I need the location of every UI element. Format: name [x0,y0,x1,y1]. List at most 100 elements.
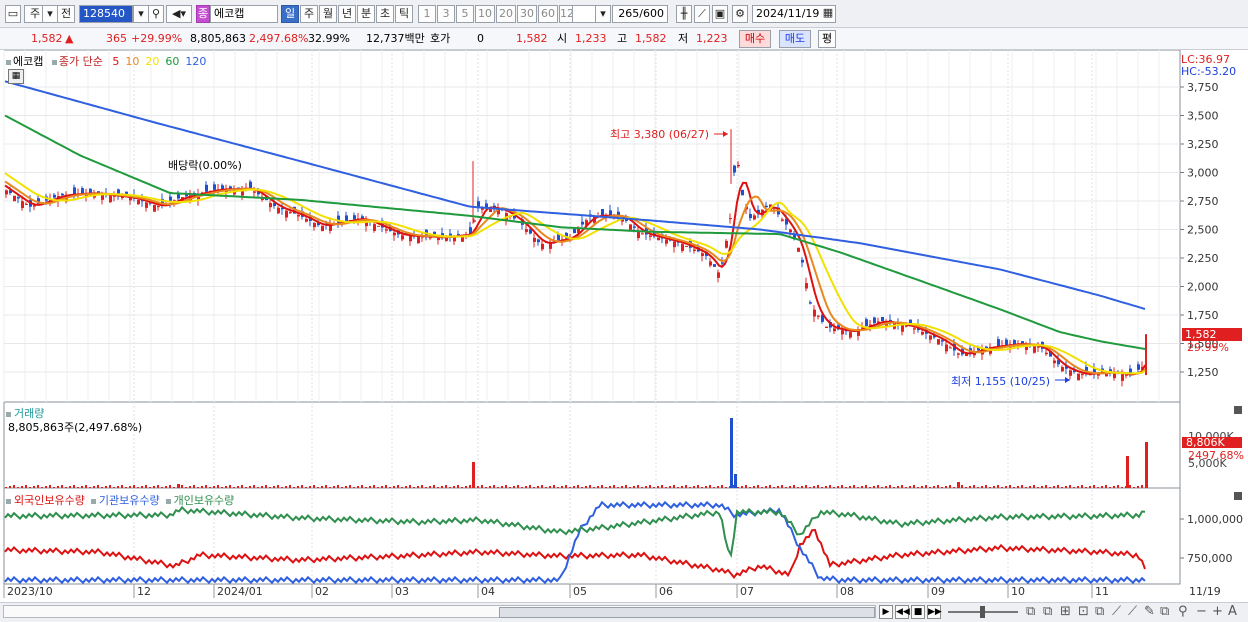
volume-bar [713,487,715,488]
volume-bar [457,485,459,488]
layout4-icon[interactable]: ⊡ [1078,605,1089,619]
volume-bar [189,486,191,488]
volume-bar [205,485,207,488]
trend2-icon[interactable]: ⟋ [1128,605,1137,619]
interval-tab-10[interactable]: 10 [475,5,495,23]
zoom-slider-handle[interactable] [980,606,985,618]
volume-bar [105,486,107,488]
layout3-icon[interactable]: ⊞ [1060,605,1071,619]
volume-bar [861,486,863,488]
zoom-icon[interactable]: ⚲ [1178,605,1188,619]
candle-body [581,221,584,225]
period-tab-0[interactable]: 일 [281,5,299,23]
volume-bar [1041,486,1043,488]
volume-bar [61,485,63,488]
period-tab-1[interactable]: 주 [300,5,318,23]
forward-icon[interactable]: ▶▶ [927,605,942,619]
layout5-icon[interactable]: ⧉ [1095,605,1104,619]
volume-spike [730,418,733,488]
volume-bar [997,485,999,488]
volume-bar [885,486,887,488]
volume-bar [245,487,247,488]
eval-button[interactable]: 평 [818,30,836,48]
stop-icon[interactable]: ■ [911,605,925,619]
count-value: 265 [618,7,640,20]
copy-icon[interactable]: ⧉ [1160,605,1169,619]
candle-icon[interactable]: ╫ [676,5,692,23]
save-icon[interactable]: ▣ [712,5,728,23]
period-tab-3[interactable]: 년 [338,5,356,23]
legend-square-icon [90,498,96,504]
buy-button[interactable]: 매수 [739,30,771,48]
volume-bar [993,486,995,488]
gear-icon[interactable]: ⚙ [732,5,748,23]
prev-label: 전 [60,7,72,20]
holding-legend: 외국인보유수량 기관보유수량 개인보유수량 [6,492,234,508]
brush-icon[interactable]: ✎ [1144,605,1155,619]
count-field[interactable]: 265/600 [612,5,668,23]
volume-value: 8,805,863 [190,32,246,45]
extra-dropdown-icon[interactable]: ▾ [595,5,611,23]
interval-tab-60[interactable]: 60 [538,5,558,23]
minus-icon[interactable]: − [1196,605,1207,619]
period-tab-2[interactable]: 월 [319,5,337,23]
volume-bar [1037,487,1039,488]
volume-bar [941,487,943,488]
open-value: 1,233 [575,32,607,45]
interval-tab-3[interactable]: 3 [437,5,455,23]
period-tab-4[interactable]: 분 [357,5,375,23]
volume-bar [1137,486,1139,488]
search-icon[interactable]: ⚲ [148,5,164,23]
candle-body [721,262,724,264]
volume-bar [201,486,203,488]
scroll-track[interactable] [3,605,876,618]
volume-bar [297,486,299,488]
sell-button[interactable]: 매도 [779,30,811,48]
volume-bar [961,485,963,488]
volume-bar [133,485,135,488]
volume-bar [1117,485,1119,488]
volume-bar [629,487,631,488]
change-pct: +29.99% [131,32,183,45]
candle-body [269,203,272,208]
stock-name-field[interactable]: 에코캡 [210,5,278,23]
volume-bar [793,485,795,488]
interval-tab-1[interactable]: 1 [418,5,436,23]
plus-icon[interactable]: + [1212,605,1223,619]
window-icon[interactable]: ▭ [5,5,21,23]
interval-tab-30[interactable]: 30 [517,5,537,23]
volume-bar [741,486,743,488]
trend-icon[interactable]: ⟋ [1112,605,1121,619]
prev-button[interactable]: 전 [57,5,75,23]
candle-body [725,240,728,248]
draw-icon[interactable]: ⟋ [694,5,710,23]
font-icon[interactable]: A [1228,605,1237,619]
scroll-thumb[interactable] [499,607,875,618]
volume-bar [249,486,251,488]
volume-bar [157,485,159,488]
candle-body [573,229,576,234]
volume-bar [349,485,351,488]
layout-icon[interactable]: ⧉ [1026,605,1035,619]
volume-bar [617,487,619,488]
stock-code-input[interactable]: 128540 [79,5,133,23]
chevron-down-icon[interactable]: ▾ [42,5,58,23]
candle-body [137,200,140,205]
calendar-icon[interactable]: ▦ [820,5,836,23]
rewind-icon[interactable]: ◀◀ [895,605,910,619]
interval-tab-20[interactable]: 20 [496,5,516,23]
volume-bar [637,485,639,488]
interval-tab-5[interactable]: 5 [456,5,474,23]
volume-bar [321,486,323,488]
period-tab-5[interactable]: 초 [376,5,394,23]
scroll-right-icon[interactable]: ▶ [879,605,893,619]
code-dropdown-icon[interactable]: ▾ [133,5,149,23]
chart-scrollbar[interactable]: ▶ ◀◀ ■ ▶▶ ⧉ ⧉ ⊞ ⊡ ⧉ ⟋ ⟋ ✎ ⧉ ⚲ − + A [0,602,1248,622]
low-label: 저 [678,32,689,45]
candle-body [709,261,712,266]
volume-bar [589,485,591,488]
period-tab-6[interactable]: 틱 [395,5,413,23]
layout2-icon[interactable]: ⧉ [1043,605,1052,619]
sound-icon[interactable]: ◀▾ [166,5,192,23]
grid-icon[interactable]: ▦ [8,69,24,84]
